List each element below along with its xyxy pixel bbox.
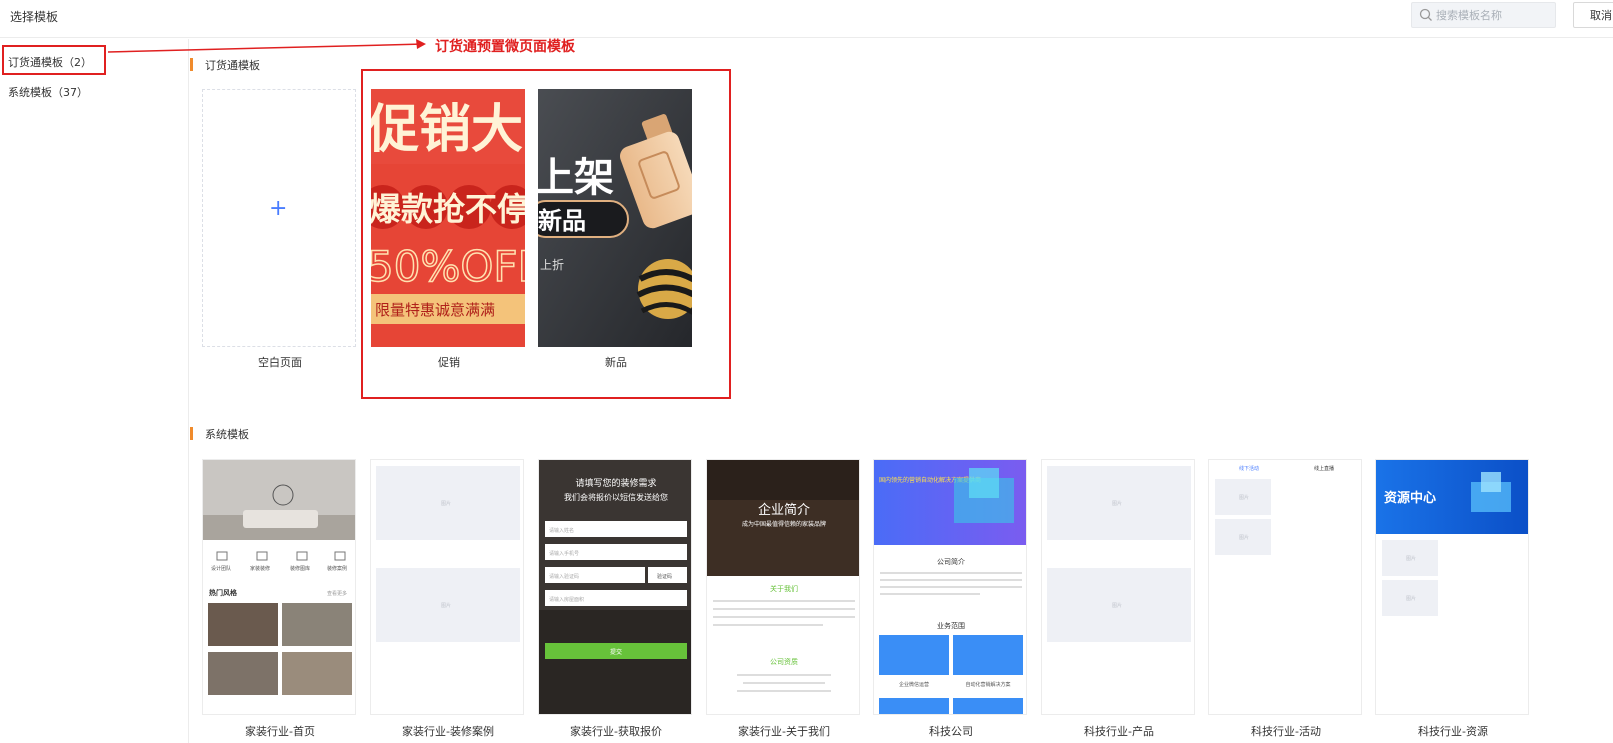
tech-company-preview: 国内领先的营销自动化解决方案提供商 公司简介 业务范围 企业微信运营 自动化营销… <box>874 460 1026 714</box>
svg-text:线上直播: 线上直播 <box>1314 465 1334 472</box>
annotation-highlight-box <box>2 45 106 75</box>
cancel-button[interactable]: 取消 <box>1573 2 1613 28</box>
svg-text:成为中国最值得信赖的家装品牌: 成为中国最值得信赖的家装品牌 <box>742 520 826 528</box>
template-card-about[interactable]: 企业简介 成为中国最值得信赖的家装品牌 关于我们 公司资质 <box>706 459 860 715</box>
template-card-cases[interactable]: 图片 图片 <box>370 459 524 715</box>
template-sidebar: 订货通模板（2） 系统模板（37） <box>0 39 189 743</box>
svg-text:业务范围: 业务范围 <box>937 621 965 630</box>
svg-text:验证码: 验证码 <box>657 573 672 580</box>
section-title-dinghuotong: 订货通模板 <box>190 57 260 73</box>
svg-text:企业简介: 企业简介 <box>758 502 810 518</box>
svg-text:图片: 图片 <box>1239 494 1249 501</box>
template-label-tech-activity: 科技行业-活动 <box>1251 725 1321 738</box>
search-box[interactable] <box>1411 2 1556 28</box>
template-label-tech-resource: 科技行业-资源 <box>1418 725 1488 738</box>
template-card-tech-resource[interactable]: 资源中心 图片 图片 <box>1375 459 1529 715</box>
template-card-blank[interactable]: + <box>202 89 356 347</box>
annotation-text: 订货通预置微页面模板 <box>435 39 575 55</box>
template-card-quote[interactable]: 请填写您的装修需求 我们会将报价以短信发送给您 请输入姓名 请输入手机号 请输入… <box>538 459 692 715</box>
svg-text:图片: 图片 <box>1406 595 1416 602</box>
template-card-tech-product[interactable]: 图片 图片 <box>1041 459 1195 715</box>
dialog-title: 选择模板 <box>10 10 59 24</box>
template-card-home[interactable]: 设计团队 家装装修 装修图库 装修案例 热门风格 查看更多 <box>202 459 356 715</box>
svg-text:请输入验证码: 请输入验证码 <box>549 573 579 580</box>
svg-text:图片: 图片 <box>1239 534 1249 541</box>
svg-text:设计团队: 设计团队 <box>211 565 231 572</box>
svg-text:提交: 提交 <box>610 648 622 656</box>
svg-text:企业微信运营: 企业微信运营 <box>899 681 929 688</box>
template-card-tech-activity[interactable]: 线下活动 线上直播 图片 图片 <box>1208 459 1362 715</box>
plus-icon: + <box>269 196 288 221</box>
svg-text:请输入手机号: 请输入手机号 <box>549 550 579 557</box>
sidebar-item-system[interactable]: 系统模板（37） <box>8 84 88 100</box>
template-label-about: 家装行业-关于我们 <box>738 725 830 738</box>
svg-text:公司简介: 公司简介 <box>937 557 965 566</box>
svg-text:图片: 图片 <box>1406 555 1416 562</box>
template-label-quote: 家装行业-获取报价 <box>570 725 662 738</box>
template-label-blank: 空白页面 <box>258 356 302 369</box>
quote-preview: 请填写您的装修需求 我们会将报价以短信发送给您 请输入姓名 请输入手机号 请输入… <box>539 460 691 714</box>
svg-text:图片: 图片 <box>441 500 451 507</box>
svg-text:请填写您的装修需求: 请填写您的装修需求 <box>575 477 656 489</box>
annotation-arrow-icon <box>107 39 426 53</box>
svg-text:资源中心: 资源中心 <box>1384 490 1436 506</box>
svg-text:装修案例: 装修案例 <box>327 565 347 572</box>
svg-text:查看更多: 查看更多 <box>327 590 347 597</box>
section-title-system: 系统模板 <box>190 426 249 442</box>
svg-text:图片: 图片 <box>1112 500 1122 507</box>
svg-text:请输入姓名: 请输入姓名 <box>549 527 574 534</box>
template-label-home: 家装行业-首页 <box>245 725 315 738</box>
template-label-cases: 家装行业-装修案例 <box>402 725 494 738</box>
template-label-tech-company: 科技公司 <box>929 725 973 738</box>
tech-resource-preview: 资源中心 图片 图片 <box>1376 460 1528 616</box>
svg-text:请输入房屋面积: 请输入房屋面积 <box>549 596 584 603</box>
svg-text:热门风格: 热门风格 <box>209 588 238 597</box>
template-label-tech-product: 科技行业-产品 <box>1084 725 1154 738</box>
svg-text:关于我们: 关于我们 <box>770 584 798 593</box>
top-bar: 选择模板 取消 <box>0 0 1613 38</box>
svg-text:装修图库: 装修图库 <box>290 565 310 572</box>
search-icon <box>1419 8 1432 21</box>
tech-activity-preview: 线下活动 线上直播 图片 图片 <box>1215 465 1334 555</box>
svg-text:线下活动: 线下活动 <box>1239 465 1259 472</box>
annotation-red-box <box>361 69 731 399</box>
home-preview: 设计团队 家装装修 装修图库 装修案例 热门风格 查看更多 <box>203 460 355 695</box>
about-preview: 企业简介 成为中国最值得信赖的家装品牌 关于我们 公司资质 <box>707 460 859 692</box>
svg-text:图片: 图片 <box>1112 602 1122 609</box>
svg-text:我们会将报价以短信发送给您: 我们会将报价以短信发送给您 <box>564 492 668 502</box>
svg-text:自动化营销解决方案: 自动化营销解决方案 <box>965 681 1010 688</box>
svg-text:公司资质: 公司资质 <box>770 657 798 666</box>
svg-text:家装装修: 家装装修 <box>250 565 270 572</box>
svg-text:图片: 图片 <box>441 602 451 609</box>
template-card-tech-company[interactable]: 国内领先的营销自动化解决方案提供商 公司简介 业务范围 企业微信运营 自动化营销… <box>873 459 1027 715</box>
search-input[interactable] <box>1436 6 1551 24</box>
